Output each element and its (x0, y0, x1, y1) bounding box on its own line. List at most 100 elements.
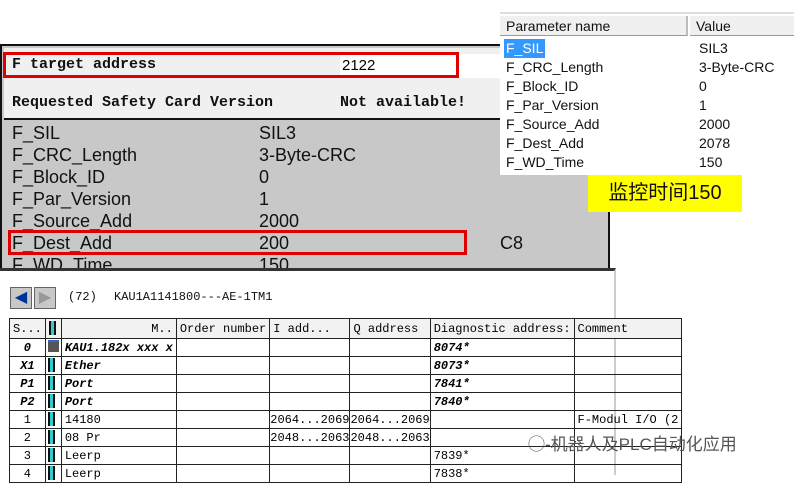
col-diagnostic-address[interactable]: Diagnostic address: (429, 318, 575, 339)
i-address: 2064...2069 (269, 410, 351, 429)
slot: 4 (9, 464, 46, 483)
i-address (269, 374, 351, 393)
module: Leerp (60, 464, 177, 483)
q-address (349, 374, 431, 393)
module-icon (47, 466, 55, 481)
module: Ether (60, 356, 177, 375)
diagnostic-address: 7841* (429, 374, 575, 393)
col-value[interactable]: Value (690, 16, 794, 36)
param-value: SIL3 (259, 123, 297, 143)
param-value: 2000 (259, 211, 300, 231)
col-q-address[interactable]: Q address (349, 318, 431, 339)
param-value: 3-Byte-CRC (259, 145, 357, 165)
module-icon (47, 394, 55, 409)
station-icon (47, 339, 59, 352)
diagnostic-address: 7838* (429, 464, 575, 483)
highlight-target-address (3, 52, 459, 78)
popup-param-value: 3-Byte-CRC (699, 59, 775, 75)
param-value: 1 (259, 189, 270, 209)
popup-param-name: F_Par_Version (506, 97, 599, 113)
order-number (175, 374, 271, 393)
slot: 3 (9, 446, 46, 465)
popup-param-value: 1 (699, 97, 707, 113)
param-name: F_Block_ID (12, 167, 106, 187)
parameter-popup: Parameter name Value F_SIL SIL3 F_CRC_Leng… (500, 12, 794, 175)
hardware-config-panel: ◀ ▶ (72) KAU1A1141800---AE-1TM1 S... M..… (0, 268, 683, 483)
table-row[interactable]: X1 Ether 8073* (9, 356, 683, 375)
col-slot[interactable]: S... (9, 318, 46, 339)
table-row[interactable]: P2 Port 7840* (9, 392, 683, 411)
table-row[interactable]: 0 KAU1.182x xxx x 8074* (9, 338, 683, 357)
q-address: 2064...2069 (349, 410, 431, 429)
module-icon (47, 430, 55, 445)
i-address (269, 392, 351, 411)
popup-param-name: F_Source_Add (506, 116, 600, 132)
popup-param-value: 2078 (699, 135, 731, 151)
popup-param-name: F_Block_ID (506, 78, 579, 94)
forward-arrow-icon[interactable]: ▶ (34, 287, 56, 309)
popup-param-name: F_WD_Time (506, 154, 585, 170)
diagnostic-address: 8073* (429, 356, 575, 375)
module-table: S... M.. Order number I add... Q address… (9, 318, 683, 483)
wechat-icon: ◯ (528, 435, 545, 454)
comment (573, 356, 683, 375)
back-arrow-icon[interactable]: ◀ (10, 287, 32, 309)
q-address (349, 356, 431, 375)
popup-param-value: 2000 (699, 116, 731, 132)
popup-param-name: F_Dest_Add (506, 135, 584, 151)
param-name: F_CRC_Length (12, 145, 138, 165)
order-number (175, 446, 271, 465)
param-value: 0 (259, 167, 270, 187)
col-module[interactable]: M.. (60, 318, 177, 339)
popup-param-value: 150 (699, 154, 723, 170)
col-icon[interactable] (44, 318, 62, 339)
order-number (175, 392, 271, 411)
q-address (349, 392, 431, 411)
station-number: (72) (68, 290, 97, 304)
module-icon (47, 412, 55, 427)
watermark-text: -机器人及PLC自动化应用 (545, 435, 737, 454)
module-icon (47, 358, 55, 373)
module-icon (48, 321, 56, 336)
order-number (175, 464, 271, 483)
module: Port (60, 392, 177, 411)
q-address: 2048...2063 (349, 428, 431, 447)
slot: P1 (9, 374, 46, 393)
order-number (175, 356, 271, 375)
comment (573, 392, 683, 411)
table-row[interactable]: 1 14180 2064...2069 2064...2069 F-Modul … (9, 410, 683, 429)
module: 08 Pr (60, 428, 177, 447)
comment (573, 338, 683, 357)
popup-param-name: F_CRC_Length (506, 59, 604, 75)
slot: P2 (9, 392, 46, 411)
diagnostic-address (429, 410, 575, 429)
slot: 0 (9, 338, 46, 357)
col-parameter-name[interactable]: Parameter name (500, 16, 688, 36)
col-order-number[interactable]: Order number (175, 318, 271, 339)
order-number (175, 410, 271, 429)
module: KAU1.182x xxx x (60, 338, 177, 357)
table-row[interactable]: 4 Leerp 7838* (9, 464, 683, 483)
param-name: F_SIL (12, 123, 61, 143)
i-address (269, 338, 351, 357)
highlight-dest-add (8, 230, 467, 255)
comment (573, 374, 683, 393)
comment (573, 464, 683, 483)
module: 14180 (60, 410, 177, 429)
table-row[interactable]: P1 Port 7841* (9, 374, 683, 393)
station-name: KAU1A1141800---AE-1TM1 (114, 290, 273, 304)
i-address (269, 446, 351, 465)
comment: F-Modul I/O (2 (573, 410, 683, 429)
slot: X1 (9, 356, 46, 375)
safety-card-version-label: Requested Safety Card Version (12, 94, 274, 111)
popup-param-value: SIL3 (699, 40, 728, 56)
module: Port (60, 374, 177, 393)
q-address (349, 446, 431, 465)
param-name: F_Par_Version (12, 189, 132, 209)
col-comment[interactable]: Comment (573, 318, 683, 339)
diagnostic-address: 8074* (429, 338, 575, 357)
col-i-address[interactable]: I add... (269, 318, 351, 339)
diagnostic-address: 7840* (429, 392, 575, 411)
param-name: F_Source_Add (12, 211, 133, 231)
watermark: ◯-机器人及PLC自动化应用 (528, 430, 737, 455)
